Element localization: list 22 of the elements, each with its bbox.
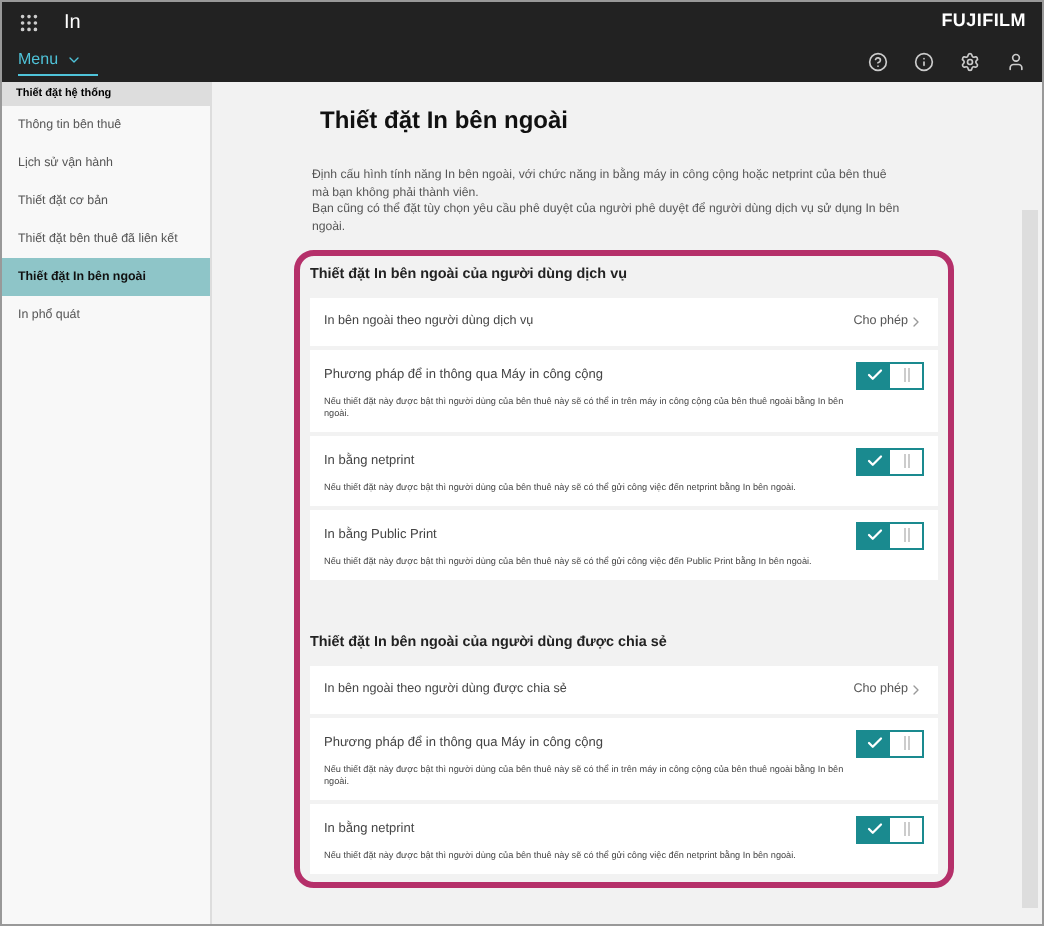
check-icon <box>865 452 883 471</box>
app-title: In <box>64 9 81 37</box>
chevron-right-icon <box>908 313 924 330</box>
help-icon[interactable] <box>868 52 888 72</box>
user-icon[interactable] <box>1006 52 1026 72</box>
page-title: Thiết đặt In bên ngoài <box>320 104 570 138</box>
check-icon <box>865 734 883 753</box>
check-icon <box>865 366 883 385</box>
toggle-switch[interactable] <box>856 361 924 390</box>
brand-logo: FUJIFILM <box>941 8 1026 35</box>
chevron-right-icon <box>908 681 924 698</box>
toggle-switch[interactable] <box>856 729 924 758</box>
chevron-down-icon <box>66 52 83 68</box>
menu-button[interactable]: Menu <box>18 48 99 76</box>
toggle-switch[interactable] <box>856 447 924 476</box>
check-icon <box>865 820 883 839</box>
info-icon[interactable] <box>914 52 934 72</box>
toggle-switch[interactable] <box>856 815 924 844</box>
toggle-switch[interactable] <box>856 521 924 550</box>
check-icon <box>865 526 883 545</box>
settings-icon[interactable] <box>960 52 980 72</box>
app-grid-icon[interactable] <box>18 11 40 33</box>
